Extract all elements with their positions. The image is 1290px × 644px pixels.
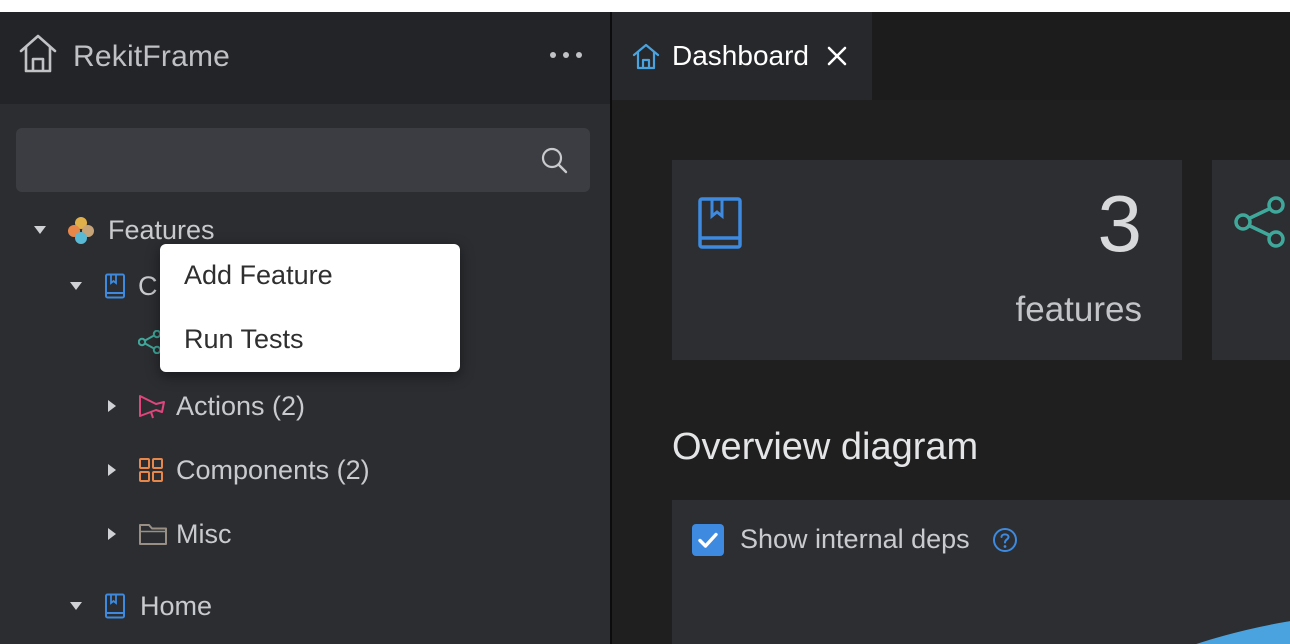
menu-item-add-feature[interactable]: Add Feature	[184, 260, 333, 291]
home-icon	[19, 34, 57, 73]
tree-item-common[interactable]: C	[70, 266, 158, 306]
features-stat-card[interactable]: 3 features	[672, 160, 1182, 360]
tab-dashboard[interactable]: Dashboard	[612, 12, 872, 100]
help-icon[interactable]	[992, 527, 1018, 553]
home-icon	[632, 43, 660, 70]
search-icon[interactable]	[540, 146, 568, 174]
tab-bar: Dashboard	[612, 12, 1290, 100]
caret-down-icon[interactable]	[34, 226, 46, 234]
folder-icon	[139, 524, 167, 545]
checkmark-icon	[698, 532, 718, 548]
caret-right-icon[interactable]	[108, 464, 116, 476]
share-icon	[1234, 196, 1285, 248]
caret-down-icon[interactable]	[70, 602, 82, 610]
book-icon	[105, 273, 125, 299]
tree-item-actions[interactable]: Actions (2)	[108, 386, 305, 426]
overview-diagram-panel: Show internal deps	[672, 500, 1290, 644]
tree-item-label: Actions (2)	[176, 390, 306, 421]
section-title: Overview diagram	[672, 426, 979, 468]
app-window: RekitFrame Features C Actions (2) Compon…	[0, 12, 1290, 644]
sidebar-header: RekitFrame	[0, 12, 610, 104]
book-icon	[698, 197, 742, 249]
book-icon	[105, 593, 125, 619]
tree-item-label: Home	[140, 590, 213, 621]
caret-down-icon[interactable]	[70, 282, 82, 290]
caret-right-icon[interactable]	[108, 528, 116, 540]
stat-unit: features	[1015, 290, 1142, 329]
more-options-icon[interactable]	[548, 48, 584, 62]
app-title: RekitFrame	[73, 40, 231, 73]
search-input[interactable]	[16, 128, 590, 192]
context-menu: Add Feature Run Tests	[160, 244, 460, 372]
tree-item-misc[interactable]: Misc	[108, 514, 232, 554]
main-panel: Dashboard 3 features Overview diagram Sh…	[612, 12, 1290, 644]
caret-right-icon[interactable]	[108, 400, 116, 412]
tab-label: Dashboard	[672, 40, 809, 71]
tree-item-label: Misc	[176, 518, 232, 549]
close-icon[interactable]	[826, 45, 848, 67]
tree-item-home[interactable]: Home	[70, 586, 212, 626]
menu-item-run-tests[interactable]: Run Tests	[184, 324, 304, 355]
sidebar: RekitFrame Features C Actions (2) Compon…	[0, 12, 610, 644]
stat-card[interactable]	[1212, 160, 1290, 360]
tree-item-label: Features	[108, 214, 215, 245]
tree-item-label: Components (2)	[176, 454, 370, 485]
show-internal-deps-label[interactable]: Show internal deps	[740, 524, 970, 555]
tree-item-label: C	[138, 270, 158, 301]
stat-count: 3	[1097, 179, 1143, 268]
tree-item-components[interactable]: Components (2)	[108, 450, 370, 490]
grid-icon	[139, 458, 163, 482]
megaphone-icon	[139, 395, 165, 419]
features-icon	[68, 217, 94, 244]
share-icon	[138, 330, 162, 354]
diagram-arc	[1196, 621, 1290, 644]
show-internal-deps-checkbox[interactable]	[692, 524, 724, 556]
